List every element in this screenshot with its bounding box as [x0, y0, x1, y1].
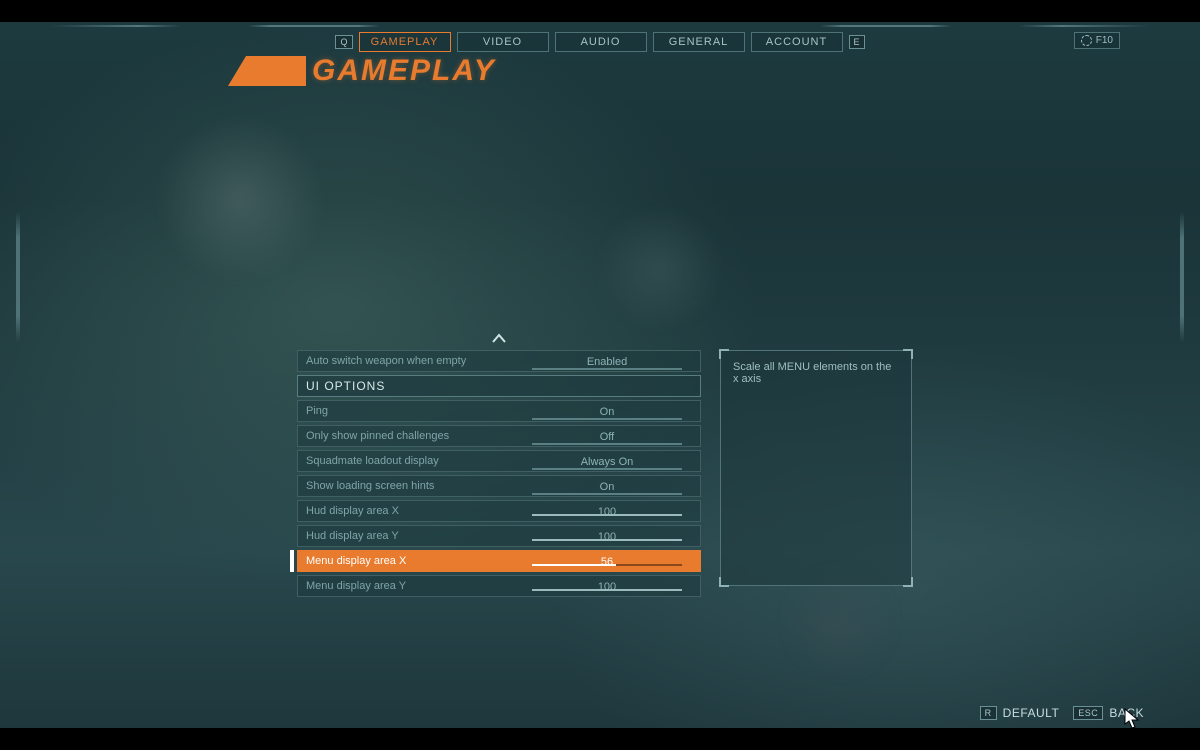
back-key: ESC [1073, 706, 1103, 720]
option-row[interactable]: Show loading screen hintsOn [297, 475, 701, 497]
option-row[interactable]: Only show pinned challengesOff [297, 425, 701, 447]
back-button[interactable]: ESC BACK [1073, 706, 1144, 720]
option-label: Menu display area Y [306, 580, 522, 592]
option-row[interactable]: Auto switch weapon when emptyEnabled [297, 350, 701, 372]
option-value[interactable]: 100 [522, 579, 692, 594]
option-label: Auto switch weapon when empty [306, 355, 522, 367]
description-text: Scale all MENU elements on the x axis [721, 351, 911, 395]
option-row[interactable]: Hud display area Y100 [297, 525, 701, 547]
page-title-bar: GAMEPLAY [228, 56, 496, 86]
default-key: R [980, 706, 997, 720]
tab-gameplay[interactable]: GAMEPLAY [359, 32, 451, 52]
option-row[interactable]: PingOn [297, 400, 701, 422]
option-label: Show loading screen hints [306, 480, 522, 492]
top-frame-edge [50, 25, 1150, 27]
option-value[interactable]: Off [522, 429, 692, 444]
tab-video[interactable]: VIDEO [457, 32, 549, 52]
section-header: UI OPTIONS [297, 375, 701, 397]
scroll-up-icon[interactable] [297, 330, 701, 348]
left-frame-edge [16, 212, 20, 342]
option-label: Hud display area X [306, 505, 522, 517]
option-label: Ping [306, 405, 522, 417]
option-label: Hud display area Y [306, 530, 522, 542]
option-value[interactable]: 56 [522, 554, 692, 569]
option-value[interactable]: On [522, 404, 692, 419]
default-label: DEFAULT [1003, 706, 1060, 720]
default-button[interactable]: R DEFAULT [980, 706, 1060, 720]
footer-hints: R DEFAULT ESC BACK [980, 706, 1144, 720]
prev-tab-key: Q [335, 35, 352, 49]
letterbox-bottom [0, 728, 1200, 750]
tab-row: Q GAMEPLAY VIDEO AUDIO GENERAL ACCOUNT E [0, 32, 1200, 52]
option-row[interactable]: Squadmate loadout displayAlways On [297, 450, 701, 472]
option-value[interactable]: Always On [522, 454, 692, 469]
tab-audio[interactable]: AUDIO [555, 32, 647, 52]
right-frame-edge [1180, 212, 1184, 342]
option-row[interactable]: Menu display area X56 [297, 550, 701, 572]
option-label: Squadmate loadout display [306, 455, 522, 467]
options-panel: Auto switch weapon when emptyEnabled UI O… [297, 330, 701, 600]
option-label: Menu display area X [306, 555, 522, 567]
option-value[interactable]: On [522, 479, 692, 494]
option-label: Only show pinned challenges [306, 430, 522, 442]
option-row[interactable]: Hud display area X100 [297, 500, 701, 522]
option-value[interactable]: 100 [522, 504, 692, 519]
section-header-label: UI OPTIONS [306, 379, 692, 393]
back-label: BACK [1109, 706, 1144, 720]
option-value[interactable]: Enabled [522, 354, 692, 369]
description-panel: Scale all MENU elements on the x axis [720, 350, 912, 586]
page-title: GAMEPLAY [306, 56, 496, 86]
tab-general[interactable]: GENERAL [653, 32, 745, 52]
viewport: Q GAMEPLAYVIDEOAUDIOGENERALACCOUNT E F10… [0, 22, 1200, 728]
letterbox-top [0, 0, 1200, 22]
next-tab-key: E [849, 35, 865, 49]
option-value[interactable]: 100 [522, 529, 692, 544]
tab-account[interactable]: ACCOUNT [751, 32, 843, 52]
option-row[interactable]: Menu display area Y100 [297, 575, 701, 597]
